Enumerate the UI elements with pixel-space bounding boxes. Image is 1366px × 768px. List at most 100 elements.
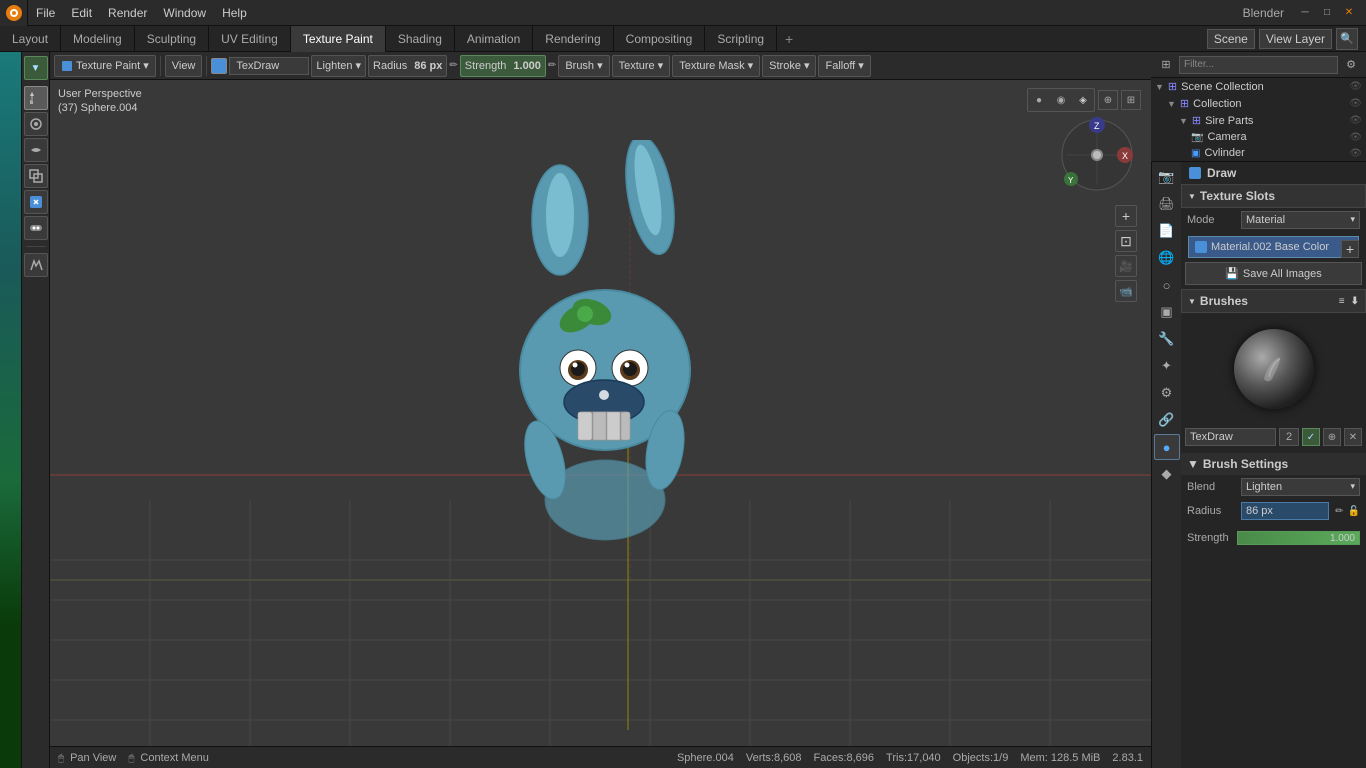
brush-dropdown-btn[interactable]: Brush ▾ bbox=[558, 55, 609, 77]
view-layer-dropdown[interactable]: View Layer bbox=[1259, 29, 1332, 49]
menu-edit[interactable]: Edit bbox=[63, 0, 100, 26]
tab-uv-editing[interactable]: UV Editing bbox=[209, 26, 291, 52]
texture-slots-header[interactable]: ▼ Texture Slots bbox=[1181, 184, 1366, 208]
constraints-properties-icon[interactable]: 🔗 bbox=[1154, 407, 1180, 433]
texture-mask-dropdown-btn[interactable]: Texture Mask ▾ bbox=[672, 55, 760, 77]
menu-render[interactable]: Render bbox=[100, 0, 155, 26]
brushes-expand-icon[interactable]: ⬇ bbox=[1351, 296, 1359, 307]
outliner-filter[interactable]: Filter... bbox=[1179, 56, 1338, 74]
falloff-dropdown-btn[interactable]: Falloff ▾ bbox=[818, 55, 870, 77]
material-slot[interactable]: Material.002 Base Color bbox=[1188, 236, 1359, 258]
cylinder-row[interactable]: ▣ Cvlinder 👁 bbox=[1151, 145, 1366, 161]
brush-name-box[interactable]: TexDraw bbox=[229, 57, 309, 75]
clone-tool[interactable] bbox=[24, 164, 48, 188]
radius-bs-value[interactable]: 86 px bbox=[1241, 502, 1329, 520]
viewport-gizmo-toggle[interactable]: ⊞ bbox=[1121, 90, 1141, 110]
scene-properties-icon[interactable]: 🌐 bbox=[1154, 245, 1180, 271]
maximize-button[interactable]: □ bbox=[1318, 4, 1336, 22]
zoom-extent-btn[interactable]: ⊡ bbox=[1115, 230, 1137, 252]
add-workspace-button[interactable]: + bbox=[777, 26, 801, 52]
blender-logo[interactable] bbox=[0, 0, 28, 26]
camera-row[interactable]: 📷 Camera 👁 bbox=[1151, 129, 1366, 145]
object-properties-icon[interactable]: ▣ bbox=[1154, 299, 1180, 325]
outliner-icon[interactable]: ⊞ bbox=[1155, 54, 1177, 76]
brush-save-btn[interactable]: ✓ bbox=[1302, 428, 1320, 446]
minimize-button[interactable]: ─ bbox=[1296, 4, 1314, 22]
3d-viewport[interactable]: User Perspective (37) Sphere.004 ● ◉ ◈ ⊕… bbox=[50, 80, 1151, 746]
save-all-images-btn[interactable]: 💾 Save All Images bbox=[1185, 262, 1362, 285]
cylinder-eye[interactable]: 👁 bbox=[1349, 148, 1362, 159]
fill-tool[interactable] bbox=[24, 190, 48, 214]
tab-sculpting[interactable]: Sculpting bbox=[135, 26, 209, 52]
navigation-gizmo[interactable]: X Z Y bbox=[1057, 115, 1137, 195]
tab-texture-paint[interactable]: Texture Paint bbox=[291, 26, 386, 52]
brush-settings-header[interactable]: ▼ Brush Settings bbox=[1181, 453, 1366, 475]
view-menu-btn[interactable]: View bbox=[165, 55, 203, 77]
collection-row[interactable]: ▼ ⊞ Collection 👁 bbox=[1151, 95, 1366, 112]
world-properties-icon[interactable]: ○ bbox=[1154, 272, 1180, 298]
camera-view-btn[interactable]: 🎥 bbox=[1115, 255, 1137, 277]
radius-edit-icon[interactable]: ✏ bbox=[449, 60, 457, 71]
smear-tool[interactable] bbox=[24, 138, 48, 162]
blend-mode-select[interactable]: Lighten ▾ bbox=[311, 55, 366, 77]
sire-parts-row[interactable]: ▼ ⊞ Sire Parts 👁 bbox=[1151, 112, 1366, 129]
scene-collection-row[interactable]: ▼ ⊞ Scene Collection 👁 bbox=[1151, 78, 1366, 95]
viewport-shade-material-btn[interactable]: ◉ bbox=[1051, 90, 1071, 110]
brushes-header[interactable]: ▼ Brushes ≡ ⬇ bbox=[1181, 289, 1366, 313]
strength-edit-icon[interactable]: ✏ bbox=[548, 60, 556, 71]
texture-paint-mode-btn[interactable]: Texture Paint ▾ bbox=[54, 55, 156, 77]
draw-section-header[interactable]: Draw bbox=[1181, 162, 1366, 184]
tab-shading[interactable]: Shading bbox=[386, 26, 455, 52]
scene-collection-eye[interactable]: 👁 bbox=[1349, 81, 1362, 92]
brush-name-input[interactable]: TexDraw bbox=[1185, 428, 1276, 446]
radius-value-box[interactable]: Radius 86 px bbox=[368, 55, 447, 77]
soften-tool[interactable] bbox=[24, 112, 48, 136]
viewport-shade-rendered-btn[interactable]: ◈ bbox=[1073, 90, 1093, 110]
blend-value-select[interactable]: Lighten ▾ bbox=[1241, 478, 1360, 496]
viewport-overlay-toggle[interactable]: ⊕ bbox=[1098, 90, 1118, 110]
scene-dropdown[interactable]: Scene bbox=[1207, 29, 1255, 49]
tab-animation[interactable]: Animation bbox=[455, 26, 533, 52]
sire-parts-eye[interactable]: 👁 bbox=[1349, 115, 1362, 126]
radius-lock-btn[interactable]: 🔓 bbox=[1348, 506, 1360, 517]
search-icon[interactable]: 🔍 bbox=[1336, 28, 1358, 50]
camera-lock-btn[interactable]: 📹 bbox=[1115, 280, 1137, 302]
physics-properties-icon[interactable]: ⚙ bbox=[1154, 380, 1180, 406]
brushes-menu-icon[interactable]: ≡ bbox=[1339, 296, 1345, 307]
tab-modeling[interactable]: Modeling bbox=[61, 26, 135, 52]
close-button[interactable]: ✕ bbox=[1340, 4, 1358, 22]
outliner-options-btn[interactable]: ⚙ bbox=[1340, 54, 1362, 76]
add-slot-button[interactable]: + bbox=[1341, 240, 1359, 258]
collection-eye[interactable]: 👁 bbox=[1349, 98, 1362, 109]
menu-help[interactable]: Help bbox=[214, 0, 255, 26]
menu-file[interactable]: File bbox=[28, 0, 63, 26]
brush-copy-btn[interactable]: ⊕ bbox=[1323, 428, 1341, 446]
tab-rendering[interactable]: Rendering bbox=[533, 26, 613, 52]
render-properties-icon[interactable]: 📷 bbox=[1154, 164, 1180, 190]
tab-layout[interactable]: Layout bbox=[0, 26, 61, 52]
strength-value-box[interactable]: Strength 1.000 bbox=[460, 55, 546, 77]
data-properties-icon[interactable]: ◆ bbox=[1154, 461, 1180, 487]
annotate-tool[interactable] bbox=[24, 253, 48, 277]
menu-window[interactable]: Window bbox=[155, 0, 214, 26]
texture-dropdown-btn[interactable]: Texture ▾ bbox=[612, 55, 671, 77]
mode-value-select[interactable]: Material ▾ bbox=[1241, 211, 1360, 229]
material-properties-icon[interactable]: ● bbox=[1154, 434, 1180, 460]
stroke-dropdown-btn[interactable]: Stroke ▾ bbox=[762, 55, 816, 77]
particles-properties-icon[interactable]: ✦ bbox=[1154, 353, 1180, 379]
radius-edit-btn[interactable]: ✏ bbox=[1335, 506, 1343, 517]
brush-delete-btn[interactable]: ✕ bbox=[1344, 428, 1362, 446]
output-properties-icon[interactable]: 🖨 bbox=[1154, 191, 1180, 217]
tab-compositing[interactable]: Compositing bbox=[614, 26, 706, 52]
camera-eye[interactable]: 👁 bbox=[1349, 132, 1362, 143]
modifier-properties-icon[interactable]: 🔧 bbox=[1154, 326, 1180, 352]
draw-brush-tool[interactable] bbox=[24, 86, 48, 110]
mask-fill-tool[interactable] bbox=[24, 216, 48, 240]
tab-scripting[interactable]: Scripting bbox=[705, 26, 777, 52]
mode-selector[interactable]: ▼ bbox=[24, 56, 48, 80]
viewport-shade-solid-btn[interactable]: ● bbox=[1029, 90, 1049, 110]
zoom-in-btn[interactable]: + bbox=[1115, 205, 1137, 227]
strength-slider[interactable]: 1.000 bbox=[1237, 531, 1360, 545]
view-layer-properties-icon[interactable]: 📄 bbox=[1154, 218, 1180, 244]
color-swatch[interactable] bbox=[211, 58, 227, 74]
